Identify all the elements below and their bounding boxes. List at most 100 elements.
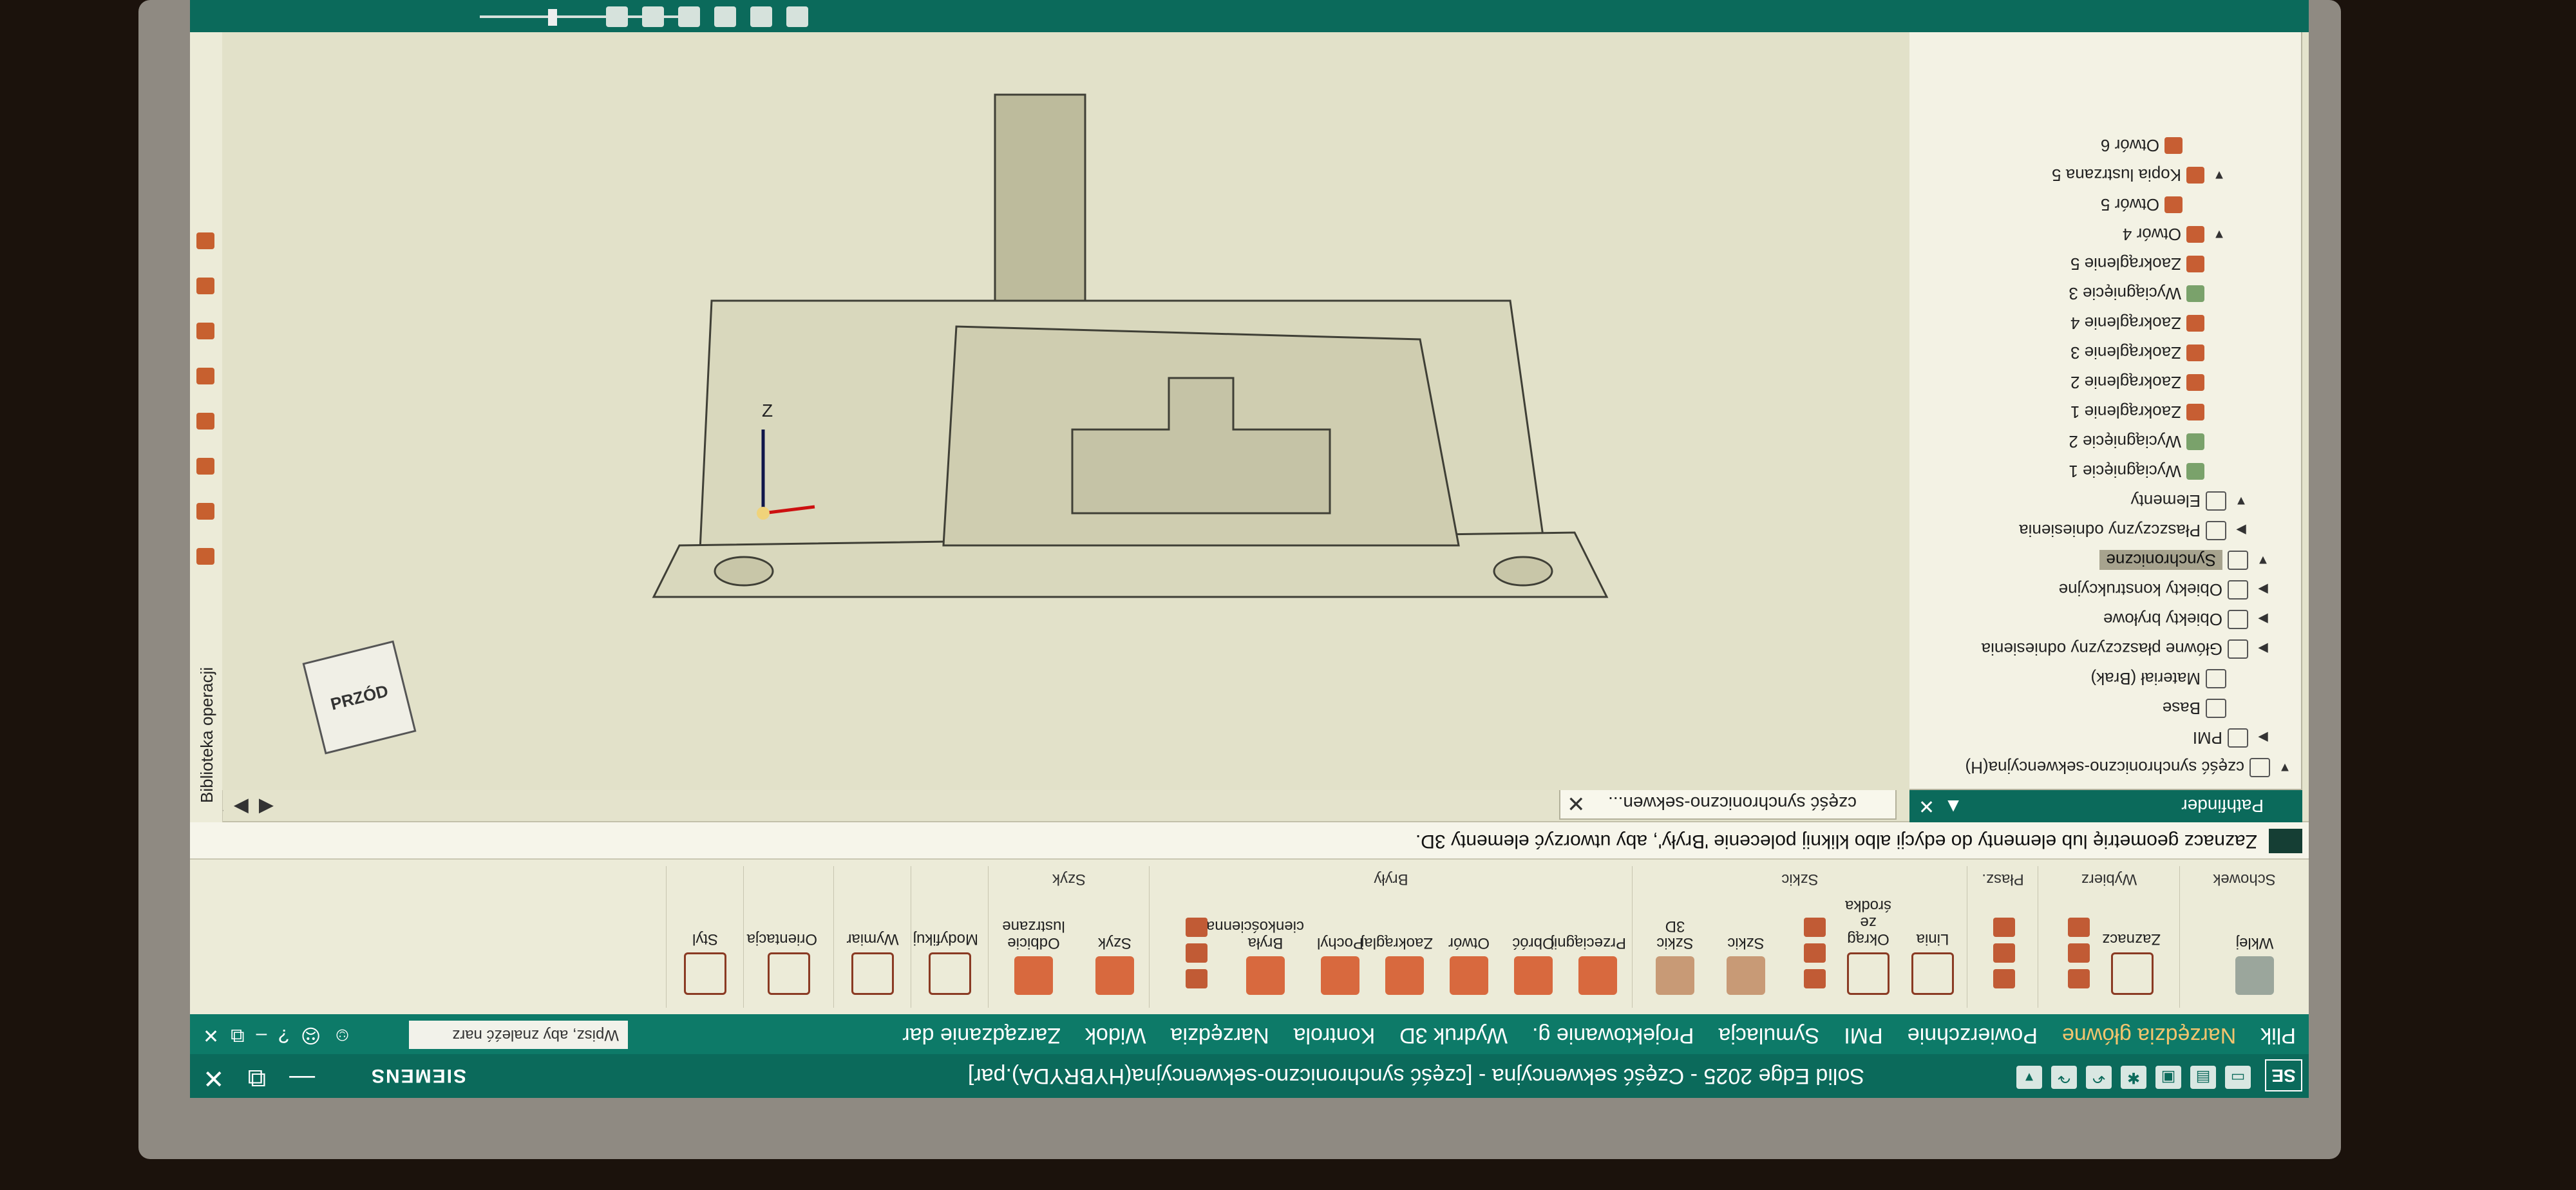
select-box-icon[interactable]: [2068, 969, 2090, 988]
pathfinder-item[interactable]: ▼ Kopia lustrzana 5: [1908, 160, 2301, 190]
tab-symulacja[interactable]: Symulacja: [1718, 1023, 1819, 1048]
library-icon-8[interactable]: [196, 232, 214, 249]
pan-icon[interactable]: [678, 6, 700, 27]
style-button[interactable]: Styl: [677, 930, 734, 995]
tab-narzedzia[interactable]: Narzędzia: [1170, 1023, 1269, 1048]
undo-icon[interactable]: ↶: [2086, 1066, 2112, 1089]
pathfinder-close-icon[interactable]: ✕: [1918, 795, 1935, 817]
pathfinder-item[interactable]: Wyciągnięcie 1: [1908, 457, 2301, 486]
thin-wall-button[interactable]: Bryła cienkościenna: [1206, 918, 1304, 995]
pathfinder-item[interactable]: ▼ Elementy: [1908, 486, 2301, 516]
dimension-button[interactable]: Wymiar: [844, 930, 901, 995]
doc-close-button[interactable]: ✕: [203, 1024, 219, 1046]
shell-icon[interactable]: [1186, 969, 1208, 988]
pathfinder-item[interactable]: Zaokrąglenie 5: [1908, 249, 2301, 279]
pathfinder-item[interactable]: Otwór 6: [1908, 131, 2301, 160]
tab-kontrola[interactable]: Kontrola: [1294, 1023, 1376, 1048]
pathfinder-pin-icon[interactable]: ▲: [1944, 795, 1963, 817]
pathfinder-item[interactable]: ▶ Główne płaszczyzny odniesienia: [1908, 634, 2301, 664]
graphics-viewport[interactable]: Z PRZÓD: [222, 0, 1909, 790]
pathfinder-item[interactable]: ▼ część synchroniczno-sekwencyjna(H): [1908, 753, 2301, 782]
round-button[interactable]: Zaokrąglaj: [1361, 934, 1433, 995]
doc-restore-button[interactable]: ⧉: [231, 1024, 244, 1046]
doc-minimize-button[interactable]: –: [256, 1024, 267, 1046]
fit-icon[interactable]: [714, 6, 736, 27]
document-tab[interactable]: część synchroniczno-sekwen... ✕: [1559, 788, 1897, 820]
tab-projektowanie[interactable]: Projektowanie g.: [1532, 1023, 1694, 1048]
tab-narzedzia-glowne[interactable]: Narzędzia główne: [2062, 1023, 2236, 1048]
app-logo[interactable]: SE: [2265, 1059, 2302, 1091]
settings-icon[interactable]: ✱: [2121, 1066, 2146, 1089]
close-button[interactable]: ✕: [203, 1063, 225, 1093]
tab-pmi[interactable]: PMI: [1844, 1023, 1882, 1048]
tab-next-icon[interactable]: ▶: [234, 796, 249, 818]
pathfinder-item[interactable]: Wyciągnięcie 3: [1908, 279, 2301, 308]
pattern-button[interactable]: Szyk: [1086, 934, 1143, 995]
document-tab-close-icon[interactable]: ✕: [1567, 790, 1586, 816]
orientation-button[interactable]: Orientacja: [747, 930, 817, 995]
part-model[interactable]: Z: [222, 0, 1909, 790]
point-icon[interactable]: [1993, 918, 2015, 937]
tab-zarzadzanie[interactable]: Zarządzanie dar: [902, 1023, 1061, 1048]
modify-button[interactable]: Modyfikuj: [913, 930, 978, 995]
tab-plik[interactable]: Plik: [2260, 1023, 2296, 1048]
expand-caret-icon[interactable]: ▼: [2275, 760, 2295, 775]
expand-caret-icon[interactable]: ▼: [2253, 553, 2273, 568]
expand-caret-icon[interactable]: ▶: [2231, 523, 2251, 539]
tab-prev-icon[interactable]: ◀: [259, 796, 274, 818]
rectangle-icon[interactable]: [1804, 969, 1826, 988]
pathfinder-item[interactable]: ▶ Obiekty bryłowe: [1908, 605, 2301, 634]
restore-button[interactable]: ⧉: [248, 1063, 267, 1093]
pathfinder-item[interactable]: ▼ Otwór 4: [1908, 220, 2301, 249]
tab-powierzchnie[interactable]: Powierzchnie: [1908, 1023, 2038, 1048]
command-search-input[interactable]: Wpisz, aby znaleźć narz: [409, 1021, 628, 1049]
shading-icon[interactable]: [606, 6, 628, 27]
select-button[interactable]: Zaznacz: [2102, 930, 2161, 995]
library-icon-6[interactable]: [196, 323, 214, 339]
smile-feedback-icon[interactable]: ☺: [332, 1024, 352, 1046]
expand-caret-icon[interactable]: ▶: [2253, 582, 2273, 598]
pathfinder-item[interactable]: ▶ Obiekty konstrukcyjne: [1908, 575, 2301, 605]
pathfinder-item[interactable]: Zaokrąglenie 3: [1908, 338, 2301, 368]
redo-icon[interactable]: ↷: [2051, 1066, 2077, 1089]
rotate-icon[interactable]: [642, 6, 664, 27]
pathfinder-item[interactable]: Materiał (Brak): [1908, 664, 2301, 694]
spline-icon[interactable]: [1804, 918, 1826, 937]
library-icon-2[interactable]: [196, 503, 214, 520]
open-file-icon[interactable]: ▤: [2190, 1066, 2216, 1089]
draft-button[interactable]: Pochyl: [1312, 934, 1368, 995]
library-icon-1[interactable]: [196, 548, 214, 565]
rib-icon[interactable]: [1186, 943, 1208, 963]
tab-widok[interactable]: Widok: [1085, 1023, 1146, 1048]
pathfinder-item[interactable]: ▼ Synchroniczne: [1908, 545, 2301, 575]
mirror-button[interactable]: Odbicie lustrzane: [995, 918, 1072, 995]
sketch-button[interactable]: Szkic: [1718, 934, 1774, 995]
expand-caret-icon[interactable]: ▼: [2231, 494, 2251, 509]
pathfinder-item[interactable]: Wyciągnięcie 2: [1908, 427, 2301, 457]
new-file-icon[interactable]: ▭: [2225, 1066, 2251, 1089]
coordinate-system-icon[interactable]: [1993, 943, 2015, 963]
pathfinder-item[interactable]: ▶ PMI: [1908, 723, 2301, 753]
expand-caret-icon[interactable]: ▶: [2253, 612, 2273, 628]
customize-icon[interactable]: ▾: [2016, 1066, 2042, 1089]
pathfinder-item[interactable]: Base: [1908, 694, 2301, 723]
zoom-out-icon[interactable]: [750, 6, 772, 27]
thread-icon[interactable]: [1186, 918, 1208, 937]
tab-wydruk-3d[interactable]: Wydruk 3D: [1399, 1023, 1508, 1048]
lasso-icon[interactable]: [2068, 918, 2090, 937]
library-icon-5[interactable]: [196, 368, 214, 384]
zoom-in-icon[interactable]: [786, 6, 808, 27]
arc-icon[interactable]: [1804, 943, 1826, 963]
expand-caret-icon[interactable]: ▶: [2253, 641, 2273, 657]
paste-button[interactable]: Wklej: [2226, 934, 2283, 995]
sketch-3d-button[interactable]: Szkic 3D: [1647, 918, 1703, 995]
expand-caret-icon[interactable]: ▼: [2210, 227, 2229, 242]
library-icon-4[interactable]: [196, 413, 214, 430]
frown-feedback-icon[interactable]: ☹: [301, 1024, 321, 1046]
feature-library-label[interactable]: Biblioteka operacji: [197, 667, 217, 803]
pathfinder-item[interactable]: Otwór 5: [1908, 190, 2301, 220]
library-icon-7[interactable]: [196, 278, 214, 294]
pathfinder-item[interactable]: Zaokrąglenie 1: [1908, 397, 2301, 427]
pathfinder-item[interactable]: Zaokrąglenie 2: [1908, 368, 2301, 397]
select-filter-icon[interactable]: [2068, 943, 2090, 963]
